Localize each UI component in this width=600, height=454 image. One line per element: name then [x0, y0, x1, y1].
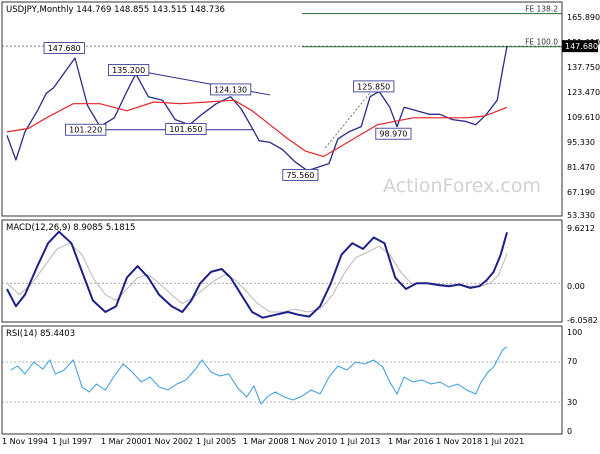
macd-y-tick: -6.0582	[567, 316, 598, 325]
rsi-plot	[2, 346, 562, 405]
price-annotation-label: 98.970	[379, 130, 407, 139]
price-y-tick: 109.610	[567, 113, 600, 122]
rsi-y-tick: 100	[567, 328, 582, 337]
x-tick-label: 1 Nov 1994	[2, 437, 48, 446]
price-plot: FE 138.2 FE 100.0 147.680 135.200 124.130 101…	[2, 5, 598, 181]
price-y-tick: 53.330	[567, 211, 595, 220]
price-annotation-label: 147.680	[48, 44, 81, 53]
price-annotation-label: 125.850	[357, 82, 390, 91]
macd-line	[6, 230, 508, 319]
x-tick-label: 1 Nov 2002	[147, 437, 193, 446]
price-panel-title: USDJPY,Monthly 144.769 148.855 143.515 1…	[6, 5, 225, 15]
x-tick-label: 1 Nov 2018	[436, 437, 482, 446]
projection-line	[325, 85, 376, 148]
macd-panel-frame	[1, 219, 563, 323]
x-tick-label: 1 Nov 2010	[291, 437, 337, 446]
x-tick-label: 1 Mar 2016	[388, 437, 434, 446]
x-tick-label: 1 Jul 2013	[340, 437, 380, 446]
fibonacci-level-label: FE 138.2	[525, 5, 558, 14]
price-annotation-label: 101.220	[69, 126, 102, 135]
macd-plot	[2, 230, 562, 319]
rsi-y-tick: 0	[567, 427, 572, 436]
x-tick-label: 1 Jul 2005	[196, 437, 236, 446]
price-annotation-label: 75.560	[286, 171, 314, 180]
price-annotation-label: 124.130	[214, 85, 247, 94]
x-tick-label: 1 Jul 1997	[52, 437, 92, 446]
price-annotation-label: 101.650	[169, 125, 202, 134]
rsi-panel-frame	[1, 325, 563, 435]
rsi-y-tick: 30	[567, 398, 577, 407]
macd-y-tick: 0.00	[567, 282, 585, 291]
time-x-axis: 1 Nov 1994 1 Jul 1997 1 Mar 2000 1 Nov 2…	[2, 437, 524, 446]
price-annotation-label: 135.200	[112, 66, 145, 75]
watermark: ActionForex.com	[383, 175, 541, 197]
rsi-panel-title: RSI(14) 85.4403	[6, 329, 75, 339]
fibonacci-level-label: FE 100.0	[525, 38, 558, 47]
x-tick-label: 1 Mar 2008	[243, 437, 289, 446]
price-y-tick: 165.890	[567, 13, 600, 22]
rsi-line	[10, 346, 508, 405]
last-price-label: 147.680	[565, 42, 598, 51]
price-y-tick: 123.470	[567, 88, 600, 97]
price-y-tick: 67.190	[567, 188, 595, 197]
usdjpy-monthly-chart-window: ActionForex.com USDJPY,Monthly 144.769 1…	[0, 0, 600, 450]
macd-y-tick: 9.6212	[567, 224, 595, 233]
price-y-tick: 137.750	[567, 63, 600, 72]
macd-signal-line	[6, 242, 508, 313]
rsi-y-axis: 100 70 30 0	[567, 328, 582, 436]
rsi-y-tick: 70	[567, 357, 577, 366]
macd-panel-title: MACD(12,26,9) 8.9085 5.1815	[6, 223, 135, 233]
price-series-line	[6, 46, 508, 172]
chart-canvas: ActionForex.com USDJPY,Monthly 144.769 1…	[1, 1, 600, 446]
x-tick-label: 1 Jul 2021	[484, 437, 524, 446]
price-y-tick: 81.470	[567, 163, 595, 172]
macd-y-axis: 9.6212 0.00 -6.0582	[567, 224, 598, 325]
price-y-tick: 95.330	[567, 138, 595, 147]
x-tick-label: 1 Mar 2000	[101, 437, 147, 446]
